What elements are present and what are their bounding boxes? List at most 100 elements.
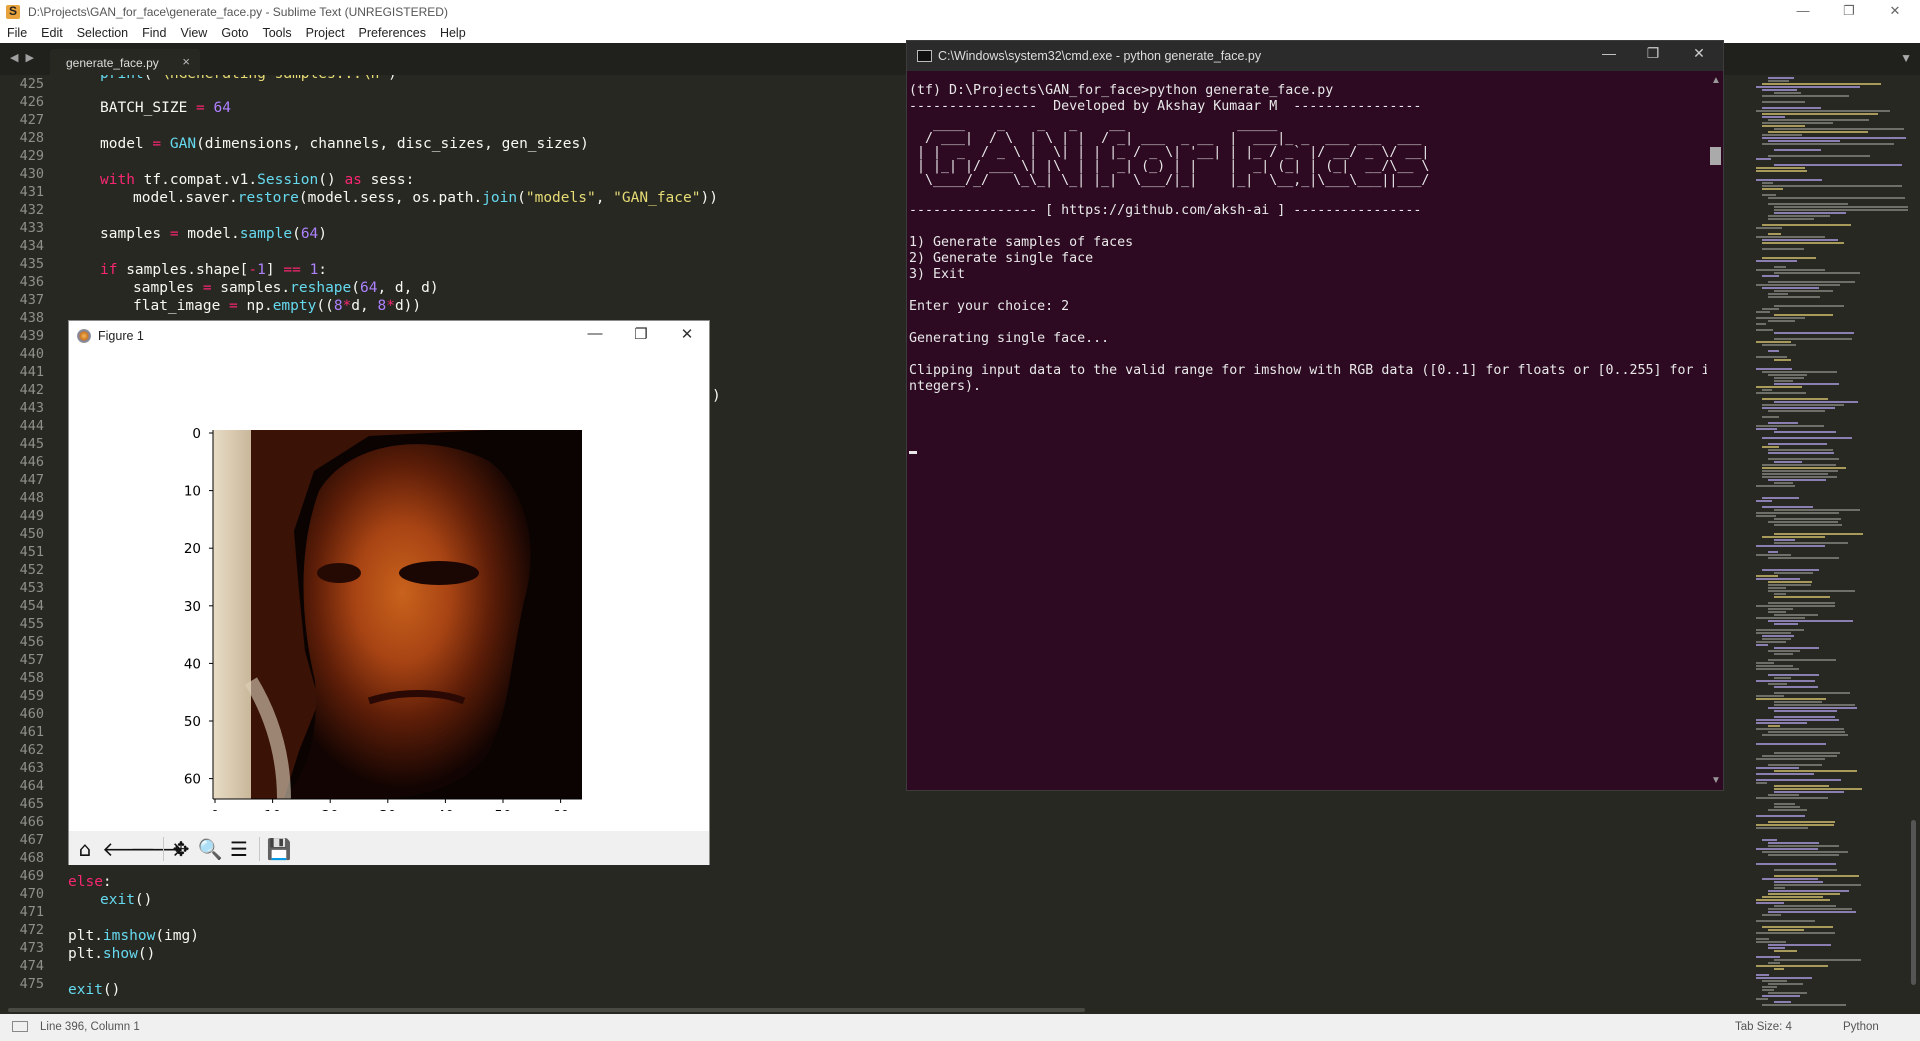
minimap-line (1774, 677, 1792, 679)
tab-size-selector[interactable]: Tab Size: 4 (1735, 1021, 1792, 1033)
forward-icon[interactable]: 🡒 (130, 836, 184, 862)
minimap-line (1768, 587, 1786, 589)
code-line: samples = samples.reshape(64, d, d) (133, 280, 439, 296)
minimap-line (1762, 95, 1850, 97)
minimap-line (1756, 260, 1798, 262)
minimap-line (1774, 593, 1786, 595)
minimap-line (1774, 572, 1813, 574)
line-number: 447 (19, 472, 44, 488)
minimap-line (1762, 275, 1779, 277)
menu-file[interactable]: File (0, 26, 34, 40)
cmd-output[interactable]: (tf) D:\Projects\GAN_for_face>python gen… (907, 71, 1707, 790)
line-number: 455 (19, 616, 44, 632)
minimap-line (1762, 404, 1845, 406)
vertical-scrollbar[interactable] (1908, 75, 1920, 1010)
x-tick-label: 30 (379, 808, 396, 811)
figure-minimize-button[interactable]: — (575, 325, 615, 342)
figure-maximize-button[interactable]: ❐ (621, 325, 661, 343)
scroll-thumb[interactable] (8, 1008, 1085, 1012)
minimap-line (1768, 443, 1827, 445)
minimap-line (1774, 461, 1803, 463)
minimap-line (1762, 734, 1849, 736)
x-tick-label: 20 (322, 808, 339, 811)
minimap-line (1762, 239, 1839, 241)
code-line: model.saver.restore(model.sess, os.path.… (133, 190, 718, 206)
scroll-thumb[interactable] (1911, 820, 1916, 985)
minimap-line (1774, 905, 1837, 907)
scroll-thumb[interactable] (1710, 147, 1721, 165)
menu-find[interactable]: Find (135, 26, 173, 40)
menu-project[interactable]: Project (299, 26, 352, 40)
menu-goto[interactable]: Goto (214, 26, 255, 40)
minimap-line (1762, 248, 1805, 250)
minimize-button[interactable]: — (1780, 0, 1826, 23)
tab-generate-face[interactable]: generate_face.py × (50, 49, 200, 75)
minimap-line (1756, 722, 1807, 724)
close-button[interactable]: ✕ (1872, 0, 1918, 23)
minimap-line (1762, 878, 1819, 880)
cmd-output-line: (tf) D:\Projects\GAN_for_face>python gen… (909, 83, 1334, 98)
figure-close-button[interactable]: ✕ (667, 325, 707, 343)
horizontal-scrollbar[interactable] (0, 1006, 1920, 1014)
zoom-icon[interactable]: 🔍 (197, 836, 223, 862)
scroll-up-icon[interactable]: ▲ (1711, 75, 1721, 86)
maximize-button[interactable]: ❐ (1826, 0, 1872, 23)
y-tick-label: 20 (184, 541, 201, 557)
cmd-close-button[interactable]: ✕ (1679, 45, 1719, 62)
cmd-window[interactable]: C:\Windows\system32\cmd.exe - python gen… (906, 40, 1724, 791)
pan-icon[interactable]: ✥ (168, 836, 194, 862)
home-icon[interactable]: ⌂ (72, 836, 98, 862)
tab-menu-icon[interactable]: ▼ (1900, 51, 1912, 65)
line-number: 464 (19, 778, 44, 794)
menu-edit[interactable]: Edit (34, 26, 70, 40)
back-icon[interactable]: 🡐 (102, 836, 156, 862)
code-line: exit() (68, 982, 121, 998)
minimap-line (1774, 803, 1795, 805)
y-tick-label: 10 (184, 484, 201, 500)
minimap-line (1768, 557, 1840, 559)
minimap-line (1768, 890, 1849, 892)
minimap-line (1756, 329, 1774, 331)
minimap-line (1774, 875, 1859, 877)
minimap-line (1768, 155, 1871, 157)
minimap-line (1768, 119, 1869, 121)
minimap-line (1768, 845, 1840, 847)
save-icon[interactable]: 💾 (266, 836, 292, 862)
matplotlib-figure-window[interactable]: Figure 1 — ❐ ✕ 0 10 20 30 40 50 60 ⌂ 🡐 🡒… (68, 320, 710, 865)
syntax-selector[interactable]: Python (1843, 1021, 1879, 1033)
minimap-line (1756, 728, 1845, 730)
cmd-title-bar[interactable]: C:\Windows\system32\cmd.exe - python gen… (907, 41, 1723, 71)
minimap-line (1762, 101, 1805, 103)
tab-close-icon[interactable]: × (182, 54, 190, 69)
line-number: 471 (19, 904, 44, 920)
cmd-minimize-button[interactable]: — (1589, 45, 1629, 61)
tab-nav-arrows-icon[interactable]: ◀ ▶ (10, 51, 36, 64)
cmd-scrollbar[interactable]: ▲ ▼ (1707, 71, 1723, 790)
panel-toggle-icon[interactable] (12, 1021, 28, 1032)
menu-preferences[interactable]: Preferences (352, 26, 433, 40)
minimap-line (1756, 662, 1775, 664)
minimap-line (1768, 821, 1835, 823)
minimap-line (1762, 287, 1819, 289)
menu-tools[interactable]: Tools (255, 26, 298, 40)
minimap[interactable] (1750, 75, 1908, 1010)
minimap-line (1756, 743, 1827, 745)
menu-view[interactable]: View (173, 26, 214, 40)
cmd-maximize-button[interactable]: ❐ (1633, 45, 1673, 62)
minimap-line (1768, 809, 1808, 811)
x-tick-label: 40 (437, 808, 454, 811)
figure-title-bar[interactable]: Figure 1 — ❐ ✕ (69, 321, 709, 351)
minimap-line (1756, 668, 1800, 670)
minimap-line (1768, 962, 1781, 964)
line-number: 425 (19, 76, 44, 92)
plot-canvas[interactable]: 0 10 20 30 40 50 60 0 10 20 30 40 50 60 (69, 351, 709, 824)
configure-subplots-icon[interactable]: ☰ (226, 836, 252, 862)
menu-selection[interactable]: Selection (70, 26, 135, 40)
code-line: else: (68, 874, 112, 890)
scroll-down-icon[interactable]: ▼ (1711, 775, 1721, 786)
code-line: samples = model.sample(64) (100, 226, 328, 242)
minimap-line (1768, 659, 1836, 661)
minimap-line (1762, 344, 1796, 346)
menu-help[interactable]: Help (433, 26, 473, 40)
minimap-line (1756, 899, 1830, 901)
